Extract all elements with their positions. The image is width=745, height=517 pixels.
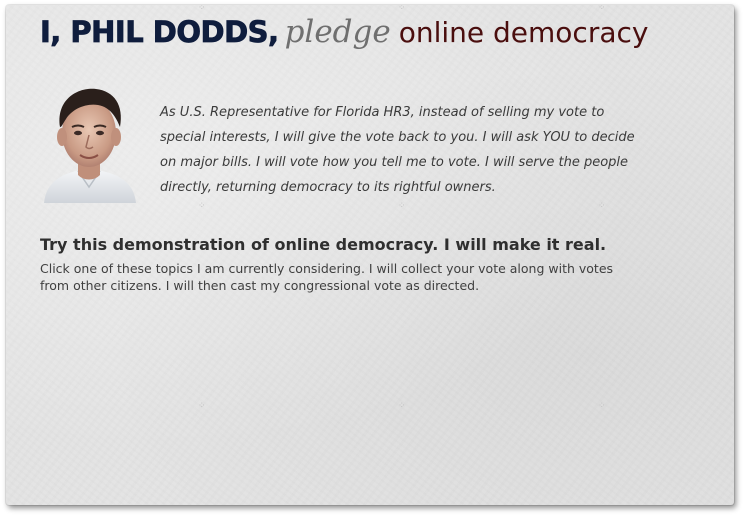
demo-description: Click one of these topics I am currently…: [40, 261, 614, 293]
page-headline: I, PHIL DODDS, pledge online democracy: [40, 12, 649, 58]
decorative-speck: ⁘: [398, 5, 406, 13]
headline-pledge-word: pledge: [284, 14, 391, 50]
headline-name: I, PHIL DODDS,: [40, 15, 280, 50]
pledge-statement: As U.S. Representative for Florida HR3, …: [160, 105, 635, 195]
demo-heading: Try this demonstration of online democra…: [40, 235, 607, 254]
decorative-speck: ⁘: [598, 5, 606, 13]
decorative-speck: ⁘: [398, 401, 406, 411]
decorative-speck: ⁘: [598, 401, 606, 411]
decorative-speck: ⁘: [198, 201, 206, 211]
decorative-speck: ⁘: [198, 401, 206, 411]
candidate-photo-icon: [44, 88, 136, 203]
decorative-speck: ⁘: [398, 201, 406, 211]
paper-background: I, PHIL DODDS, pledge online democracy A…: [6, 5, 734, 505]
decorative-speck: ⁘: [598, 201, 606, 211]
decorative-speck: ⁘: [198, 5, 206, 13]
headline-tagline: online democracy: [398, 16, 649, 49]
